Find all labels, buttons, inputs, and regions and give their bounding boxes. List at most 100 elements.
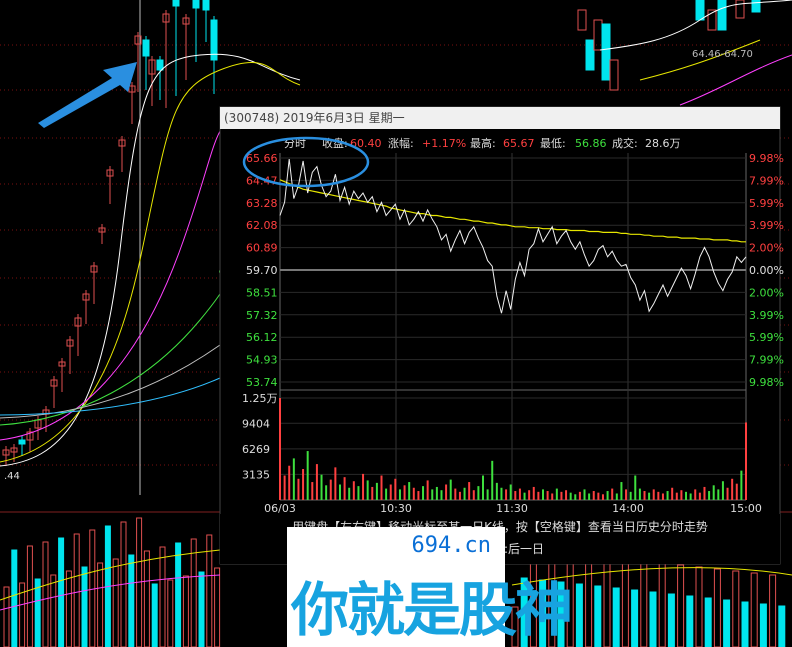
bg-volume-bar (198, 571, 205, 647)
percent-axis-label: 3.99% (749, 219, 784, 232)
bg-volume-bar (58, 537, 65, 647)
bg-volume-bar (42, 541, 49, 647)
bg-volume-bar (97, 562, 104, 647)
bg-candle-body (172, 0, 180, 7)
bg-volume-bar (621, 558, 629, 647)
bg-candle-body (717, 0, 727, 31)
bg-volume-bar (50, 574, 57, 647)
bg-volume-bar (143, 550, 150, 647)
bg-volume-bar (3, 586, 10, 647)
percent-axis-label: 5.99% (749, 331, 784, 344)
bg-volume-bar (778, 605, 786, 647)
volume-axis-label: 6269 (242, 443, 270, 456)
watermark-logo: 694.cn 你就是股神 (287, 527, 573, 647)
volume-axis-label: 9404 (242, 417, 270, 430)
bg-volume-bar (182, 575, 189, 647)
bg-moving-average (679, 54, 792, 106)
price-axis-label: 59.70 (246, 264, 278, 277)
bg-volume-bar (11, 549, 18, 647)
bg-volume-bar (667, 593, 675, 647)
price-axis-label: 57.32 (246, 309, 278, 322)
percent-axis-label: 2.00% (749, 242, 784, 255)
bg-volume-bar (686, 595, 694, 647)
bg-volume-bar (723, 599, 731, 647)
annotation-arrow (38, 62, 137, 128)
bg-volume-bar (575, 583, 583, 647)
price-axis-label: 58.51 (246, 286, 278, 299)
percent-axis-label: 5.99% (749, 197, 784, 210)
bg-price-corner-label: 64.46-64.70 (692, 49, 753, 60)
bg-volume-bar (649, 591, 657, 647)
bg-volume-bar (594, 585, 602, 647)
bg-candle-body (156, 59, 164, 71)
bg-low-label: .44 (4, 471, 20, 482)
bg-candle-body (577, 9, 587, 31)
bg-volume-bar (658, 562, 666, 647)
price-axis-label: 53.74 (246, 376, 278, 389)
bg-volume-bar (704, 597, 712, 647)
info-low-value: 56.86 (575, 137, 607, 150)
bg-volume-bar (128, 554, 135, 647)
bg-volume-bar (640, 560, 648, 647)
info-low-label: 最低: (540, 137, 566, 150)
watermark-url: 694.cn (411, 533, 491, 558)
info-change-label: 涨幅: (388, 137, 414, 150)
bg-candle-body (751, 0, 761, 13)
bg-candle-body (202, 0, 210, 11)
bg-volume-bar (151, 583, 158, 647)
price-axis-label: 54.93 (246, 354, 278, 367)
bg-candle-body (192, 0, 200, 9)
percent-axis-label: 9.98% (749, 376, 784, 389)
bg-candle-body (695, 0, 705, 21)
bg-candle-body (585, 39, 595, 71)
bg-candle-body (609, 59, 619, 91)
bg-volume-bar (190, 538, 197, 647)
bg-volume-bar (603, 556, 611, 647)
bg-volume-bar (713, 568, 721, 647)
popup-title-bar[interactable]: (300748) 2019年6月3日 星期一 (220, 107, 780, 129)
bg-volume-bar (214, 567, 221, 647)
bg-volume-bar (732, 570, 740, 647)
bg-volume-bar (585, 554, 593, 647)
price-axis-label: 62.08 (246, 219, 278, 232)
price-axis-label: 60.89 (246, 242, 278, 255)
bg-volume-bar (612, 587, 620, 647)
bg-moving-average (0, 109, 251, 441)
percent-axis-label: 0.00% (749, 264, 784, 277)
percent-axis-label: 7.99% (749, 354, 784, 367)
bg-volume-bar (175, 542, 182, 647)
percent-axis-label: 2.00% (749, 286, 784, 299)
watermark-slogan: 你就是股神 (291, 576, 573, 644)
percent-axis-label: 7.99% (749, 174, 784, 187)
bg-volume-bar (26, 545, 33, 647)
price-axis-label: 56.12 (246, 331, 278, 344)
bg-volume-bar (631, 589, 639, 647)
bg-volume-bar (695, 566, 703, 647)
bg-volume-bar (167, 579, 174, 647)
percent-axis-label: 3.99% (749, 309, 784, 322)
bg-candle-body (142, 39, 150, 57)
bg-moving-average (639, 39, 761, 81)
bg-volume-bar (73, 533, 80, 647)
info-volume-label: 成交: (612, 136, 638, 150)
volume-axis-label: 3135 (242, 468, 270, 481)
bg-volume-bar (677, 564, 685, 647)
bg-volume-bar (750, 572, 758, 647)
bg-candle-body (18, 439, 26, 445)
bg-volume-bar (741, 601, 749, 647)
price-axis-label: 64.47 (246, 174, 278, 187)
percent-axis-label: 9.98% (749, 152, 784, 165)
bg-moving-average (0, 377, 221, 416)
bg-volume-bar (769, 574, 777, 647)
bg-volume-bar (81, 566, 88, 647)
info-high-label: 最高: (470, 136, 496, 150)
info-volume-value: 28.6万 (645, 137, 681, 150)
price-axis-label: 65.66 (246, 152, 278, 165)
bg-candle-body (735, 0, 745, 19)
volume-axis-label: 1.25万 (242, 392, 278, 405)
bg-volume-bar (34, 578, 41, 647)
bg-volume-bar (759, 603, 767, 647)
popup-title: (300748) 2019年6月3日 星期一 (224, 111, 405, 125)
price-axis-label: 63.28 (246, 197, 278, 210)
bg-volume-bar (159, 546, 166, 647)
